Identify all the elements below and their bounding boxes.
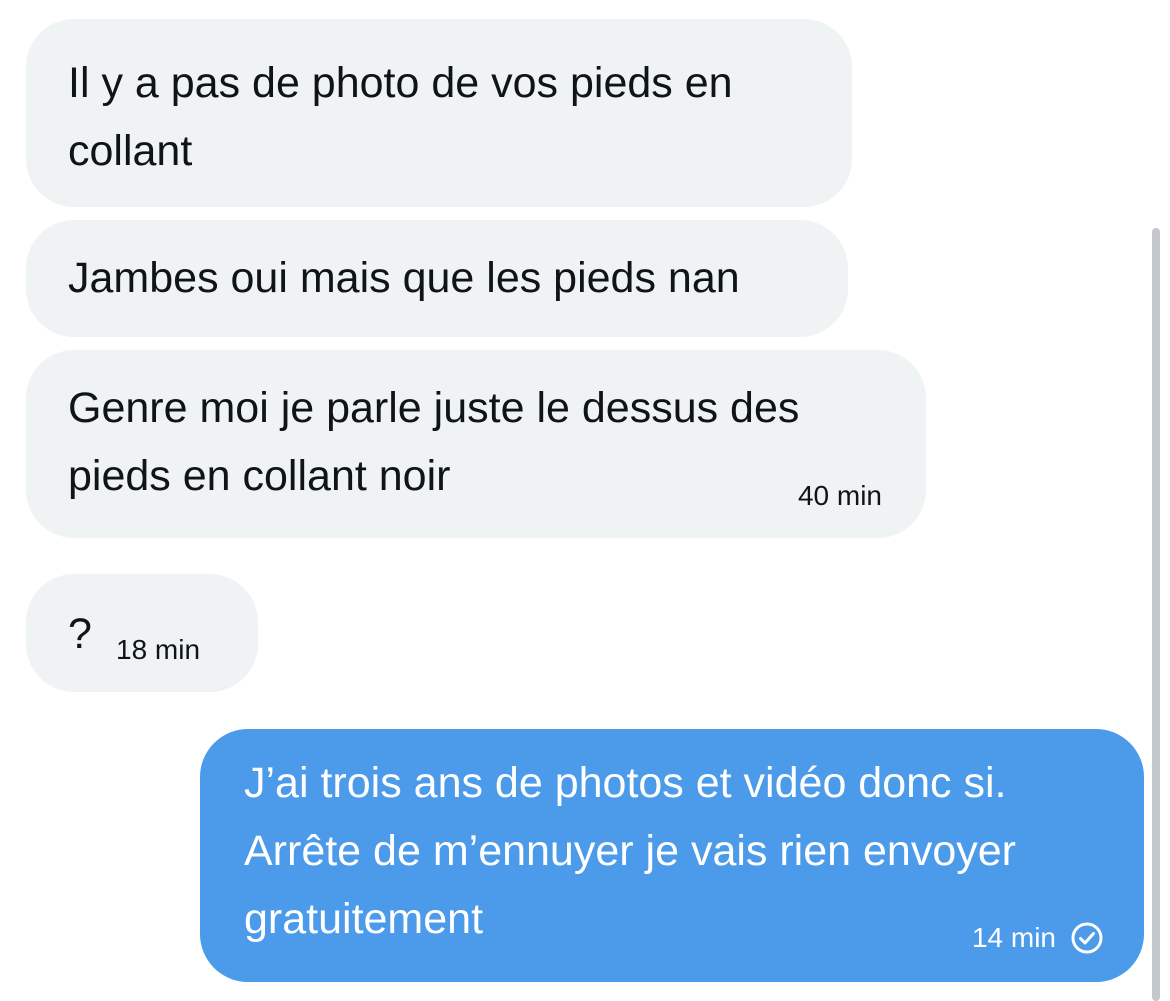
message-timestamp: 14 min [971,922,1056,953]
message-bubble-incoming[interactable]: Il y a pas de photo de vos pieds en coll… [26,19,852,207]
message-meta: 14 min [972,921,1104,955]
message-text: Genre moi je parle juste le dessus des p… [68,384,800,500]
message-bubble-incoming[interactable]: Genre moi je parle juste le dessus des p… [26,350,926,538]
message-bubble-incoming[interactable]: Jambes oui mais que les pieds nan [26,220,848,337]
message-timestamp: 40 min [797,480,882,511]
message-text: Jambes oui mais que les pieds nan [68,254,740,302]
message-bubble-incoming[interactable]: ? 18 min [26,574,258,692]
check-circle-icon [1071,922,1103,954]
scrollbar[interactable] [1152,228,1160,1001]
message-bubble-outgoing[interactable]: J’ai trois ans de photos et vidéo donc s… [200,729,1144,982]
message-text: ? [68,610,92,658]
message-timestamp: 18 min [116,634,201,665]
message-text: Il y a pas de photo de vos pieds en coll… [68,59,733,175]
